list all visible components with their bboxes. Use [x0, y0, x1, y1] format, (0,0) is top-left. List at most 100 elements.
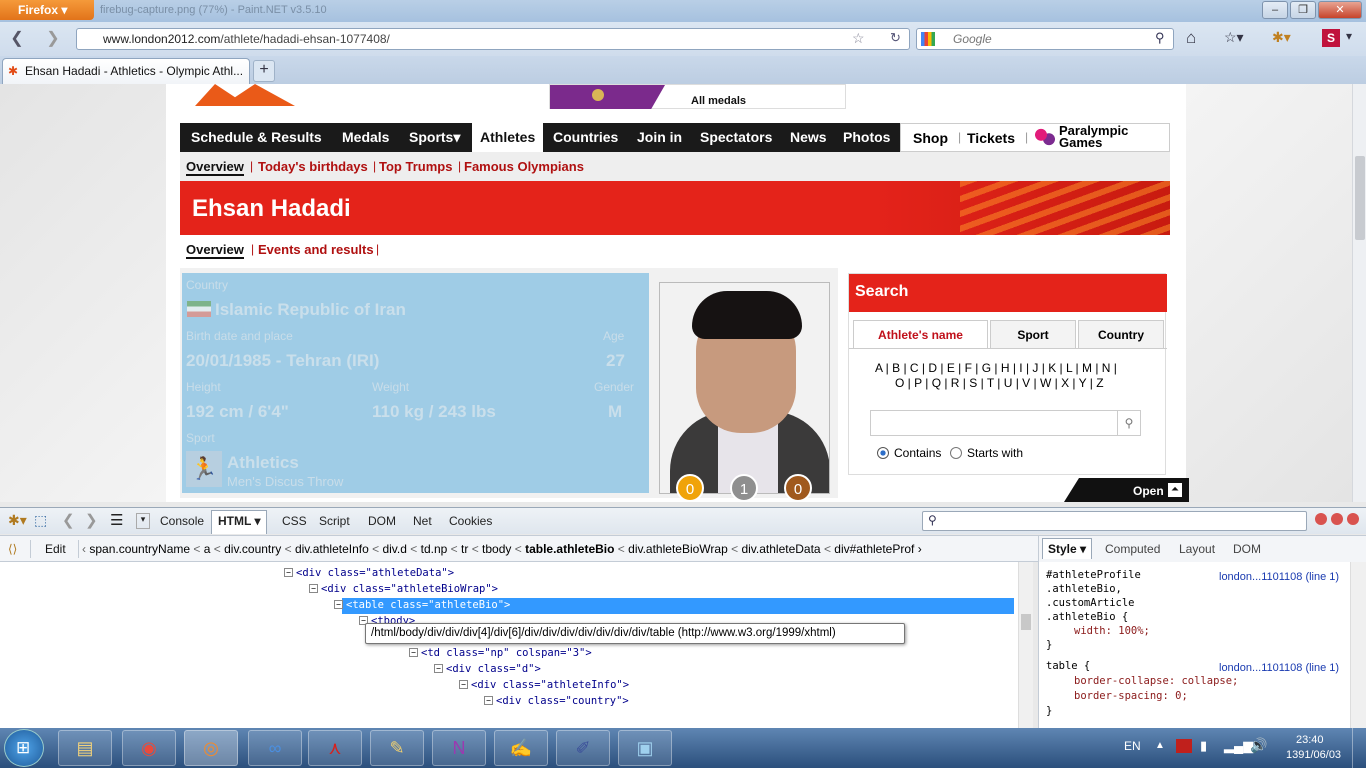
side-tab-layout[interactable]: Layout	[1179, 542, 1215, 556]
node-collapse-toggle[interactable]: −	[309, 584, 318, 593]
inspect-icon[interactable]: ⬚	[34, 512, 47, 529]
fb-search-input[interactable]: ⚲	[922, 511, 1307, 531]
side-tab-style[interactable]: Style ▾	[1042, 538, 1093, 559]
nav-medals[interactable]: Medals	[334, 123, 397, 152]
html-scrollbar-thumb[interactable]	[1021, 614, 1031, 630]
clock-time[interactable]: 23:40	[1296, 734, 1324, 746]
url-bar[interactable]: www.london2012.com/athlete/hadadi-ehsan-…	[76, 28, 910, 50]
start-button[interactable]: ⊞	[4, 729, 44, 767]
html-node[interactable]: <div class="country">	[496, 695, 629, 707]
nav-spectators[interactable]: Spectators	[692, 123, 780, 152]
image-viewer-taskbar-icon[interactable]: ▣	[618, 730, 672, 766]
node-collapse-toggle[interactable]: −	[409, 648, 418, 657]
breadcrumb-item[interactable]: div.country	[224, 542, 281, 556]
node-collapse-toggle[interactable]: −	[459, 680, 468, 689]
fb-tab-css[interactable]: CSS	[282, 514, 307, 528]
html-scrollbar[interactable]	[1018, 562, 1033, 728]
explorer-taskbar-icon[interactable]: ▤	[58, 730, 112, 766]
breadcrumb-item[interactable]: div.athleteData	[741, 542, 820, 556]
breadcrumb-item[interactable]: div#athleteProf	[834, 542, 914, 556]
clock-date[interactable]: 1391/06/03	[1286, 749, 1341, 761]
sport-value[interactable]: Athletics	[227, 453, 299, 473]
firebug-bug-icon[interactable]: ✱▾	[8, 512, 27, 529]
nav-shop[interactable]: Shop	[913, 130, 948, 146]
fb-tab-dom[interactable]: DOM	[368, 514, 396, 528]
alphabet-links-row1[interactable]: A | B | C | D | E | F | G | H | I | J | …	[875, 361, 1117, 375]
nav-photos[interactable]: Photos	[835, 123, 898, 152]
fb-edit-button[interactable]: Edit	[45, 542, 66, 556]
style-source-link[interactable]: london...1101108 (line 1)	[1219, 571, 1339, 583]
open-panel-button[interactable]: Open ⏶	[1064, 478, 1189, 502]
breadcrumb-item[interactable]: div.athleteInfo	[295, 542, 369, 556]
breadcrumb-item[interactable]: tbody	[482, 542, 511, 556]
bookmarks-icon[interactable]: ☆▾	[1224, 29, 1244, 46]
home-icon[interactable]: ⌂	[1186, 28, 1196, 48]
forward-icon[interactable]: ❯	[40, 27, 66, 51]
contains-radio[interactable]	[877, 447, 889, 459]
reload-icon[interactable]: ↻	[890, 30, 901, 46]
html-node[interactable]: <div class="athleteBioWrap">	[321, 583, 498, 595]
fb-close-icon[interactable]	[1347, 513, 1359, 525]
language-indicator[interactable]: EN	[1124, 739, 1141, 753]
nav-tickets[interactable]: Tickets	[967, 130, 1015, 146]
node-collapse-toggle[interactable]: −	[434, 664, 443, 673]
html-node[interactable]: <table class="athleteBio">	[346, 599, 510, 611]
new-tab-button[interactable]: +	[253, 60, 275, 82]
firefox-menu-button[interactable]: Firefox ▾	[0, 0, 94, 20]
back-icon[interactable]: ❮	[4, 27, 30, 51]
subnav-top-trumps[interactable]: Top Trumps	[379, 159, 452, 174]
style-scrollbar[interactable]	[1350, 562, 1366, 728]
breadcrumb-item[interactable]: td.np	[421, 542, 448, 556]
tab-overview[interactable]: Overview	[186, 242, 244, 259]
subnav-todays-birthdays[interactable]: Today's birthdays	[258, 159, 368, 174]
notepad-taskbar-icon[interactable]: ✍	[494, 730, 548, 766]
minimize-icon[interactable]: –	[1262, 1, 1288, 19]
browser-tab[interactable]: ✱ Ehsan Hadadi - Athletics - Olympic Athl…	[2, 58, 250, 84]
show-desktop-button[interactable]	[1352, 728, 1366, 768]
node-collapse-toggle[interactable]: −	[484, 696, 493, 705]
search-submit-icon[interactable]: ⚲	[1117, 410, 1141, 436]
tab-dropdown-icon[interactable]: ▾	[136, 513, 150, 529]
close-icon[interactable]: ✕	[1318, 1, 1362, 19]
acrobat-taskbar-icon[interactable]: ⋏	[308, 730, 362, 766]
firebug-icon[interactable]: ✱▾	[1272, 29, 1291, 46]
node-collapse-toggle[interactable]: −	[334, 600, 343, 609]
loop-taskbar-icon[interactable]: ∞	[248, 730, 302, 766]
tab-events-results[interactable]: Events and results	[258, 242, 374, 257]
breadcrumb-item[interactable]: div.athleteBioWrap	[628, 542, 728, 556]
medals-widget[interactable]: All medals	[549, 84, 846, 109]
search-tab-country[interactable]: Country	[1078, 320, 1164, 348]
starts-with-radio[interactable]	[950, 447, 962, 459]
search-icon[interactable]: ⚲	[1155, 30, 1165, 46]
nav-paralympic-games[interactable]: Paralympic Games	[1059, 124, 1139, 149]
fb-tab-net[interactable]: Net	[413, 514, 432, 528]
menu-chevron-icon[interactable]: ▾	[1346, 29, 1352, 43]
tools-taskbar-icon[interactable]: ✎	[370, 730, 424, 766]
network-icon[interactable]: ▂▄▆	[1224, 738, 1253, 754]
country-name[interactable]: Islamic Republic of Iran	[215, 300, 406, 320]
scrollbar-thumb[interactable]	[1355, 156, 1365, 240]
alphabet-links-row2[interactable]: O | P | Q | R | S | T | U | V | W | X | …	[895, 376, 1104, 390]
volume-icon[interactable]: 🔊	[1250, 737, 1267, 754]
side-tab-computed[interactable]: Computed	[1105, 542, 1160, 556]
search-bar[interactable]: Google	[916, 28, 1174, 50]
css-property[interactable]: width: 100%;	[1046, 624, 1150, 638]
firefox-taskbar-icon[interactable]: ◎	[184, 730, 238, 766]
event-value[interactable]: Men's Discus Throw	[227, 474, 343, 489]
breadcrumb-item[interactable]: table.athleteBio	[525, 542, 614, 556]
onenote-taskbar-icon[interactable]: N	[432, 730, 486, 766]
tray-expand-icon[interactable]: ▲	[1155, 740, 1165, 751]
node-collapse-toggle[interactable]: −	[284, 568, 293, 577]
breadcrumb-more-icon[interactable]: ›	[914, 542, 922, 556]
fb-tab-script[interactable]: Script	[319, 514, 350, 528]
nav-sports[interactable]: Sports▾	[401, 123, 468, 152]
nav-schedule-results[interactable]: Schedule & Results	[183, 123, 330, 152]
search-tab-sport[interactable]: Sport	[990, 320, 1076, 348]
css-property[interactable]: border-spacing: 0;	[1046, 689, 1238, 704]
tray-power-icon[interactable]: ▮	[1200, 738, 1207, 754]
breadcrumb-item[interactable]: div.d	[382, 542, 406, 556]
side-tab-dom[interactable]: DOM	[1233, 542, 1261, 556]
google-icon[interactable]	[921, 32, 935, 46]
bookmark-star-icon[interactable]: ☆	[852, 30, 865, 47]
subnav-famous-olympians[interactable]: Famous Olympians	[464, 159, 584, 174]
